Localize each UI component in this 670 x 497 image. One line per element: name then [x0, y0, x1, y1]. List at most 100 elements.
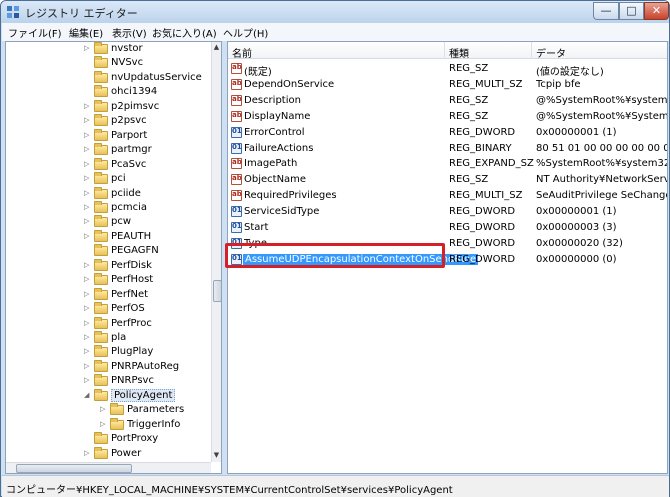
- folder-icon: [94, 56, 108, 69]
- menu-edit[interactable]: 編集(E): [69, 25, 103, 40]
- column-divider[interactable]: [531, 42, 532, 59]
- value-row[interactable]: ImagePath REG_EXPAND_SZ%SystemRoot%¥syste…: [228, 156, 667, 172]
- value-type: REG_DWORD: [449, 237, 516, 249]
- expand-arrow-icon[interactable]: ▷: [84, 449, 92, 459]
- menu-favorites[interactable]: お気に入り(A): [152, 25, 217, 40]
- key-path-text: コンピューター¥HKEY_LOCAL_MACHINE¥SYSTEM¥Curren…: [6, 485, 453, 496]
- tree-scroll-thumb[interactable]: [213, 280, 221, 302]
- expand-arrow-icon[interactable]: ▷: [84, 347, 92, 357]
- column-divider[interactable]: [444, 42, 445, 59]
- annotation-highlight-box: [225, 243, 445, 268]
- title-bar[interactable]: レジストリ エディター — □ ✕: [1, 1, 669, 23]
- tree-horizontal-scrollbar[interactable]: [6, 462, 211, 473]
- expand-arrow-icon[interactable]: ▷: [84, 261, 92, 271]
- folder-icon: [94, 302, 108, 315]
- tree-hscroll-thumb[interactable]: [16, 464, 132, 473]
- expand-arrow-icon[interactable]: ▷: [84, 333, 92, 343]
- expand-arrow-icon[interactable]: ▷: [84, 376, 92, 386]
- value-data: 80 51 01 00 00 00 00 00 00 00 00 00: [536, 142, 667, 154]
- tree-item-label: Power: [111, 447, 142, 459]
- value-type: REG_DWORD: [449, 222, 516, 233]
- expand-arrow-icon[interactable]: ▷: [84, 203, 92, 213]
- expand-arrow-icon[interactable]: ▷: [84, 145, 92, 155]
- key-tree-pane[interactable]: ▷ nvstor NVSvc nvUpdatusService ohci1394 ▷ p2p…: [5, 41, 222, 474]
- folder-icon: [94, 186, 108, 199]
- expand-arrow-icon[interactable]: ▷: [84, 102, 92, 112]
- expand-arrow-icon[interactable]: ▷: [84, 44, 92, 54]
- value-type: REG_MULTI_SZ: [449, 78, 523, 90]
- value-name: ImagePath: [244, 158, 298, 170]
- tree-item-label: PerfOS: [111, 303, 145, 315]
- tree-item-label: pci: [111, 173, 126, 185]
- menu-view[interactable]: 表示(V): [112, 25, 147, 40]
- value-row[interactable]: DisplayName REG_SZ @%SystemRoot%¥System32¥…: [228, 109, 667, 125]
- scroll-up-icon[interactable]: ▲: [212, 43, 221, 51]
- expand-arrow-icon[interactable]: ▷: [84, 189, 92, 199]
- scroll-down-icon[interactable]: ▼: [212, 451, 221, 459]
- minimize-button[interactable]: —: [593, 2, 619, 20]
- value-row[interactable]: FailureActions REG_BINARY 80 51 01 00 00 0…: [228, 141, 667, 157]
- tree-item-label: nvUpdatusService: [111, 71, 202, 83]
- value-data: 0x00000000 (0): [536, 253, 617, 265]
- value-row[interactable]: RequiredPrivileges REG_MULTI_SZ SeAuditPri…: [228, 188, 667, 204]
- collapse-arrow-icon[interactable]: ◢: [84, 391, 92, 401]
- value-row[interactable]: ObjectName REG_SZ NT Authority¥NetworkServ…: [228, 172, 667, 188]
- value-name: DisplayName: [244, 110, 311, 122]
- tree-item-label: PolicyAgent: [111, 388, 176, 402]
- value-name: FailureActions: [244, 142, 314, 154]
- column-header-name[interactable]: 名前: [232, 45, 252, 60]
- folder-icon: [94, 70, 108, 83]
- tree-item-label: PNRPsvc: [111, 375, 154, 387]
- expand-arrow-icon[interactable]: ▷: [100, 420, 108, 430]
- value-row[interactable]: Description REG_SZ @%SystemRoot%¥system32¥…: [228, 93, 667, 109]
- binary-value-icon: [231, 142, 242, 154]
- value-row[interactable]: ErrorControl REG_DWORD 0x00000001 (1): [228, 125, 667, 141]
- binary-value-icon: [231, 126, 242, 138]
- expand-arrow-icon[interactable]: ▷: [84, 217, 92, 227]
- expand-arrow-icon[interactable]: ▷: [84, 275, 92, 285]
- tree-item-label: PerfNet: [111, 288, 149, 300]
- tree-item-label: Parameters: [127, 404, 185, 416]
- expand-arrow-icon[interactable]: ▷: [100, 405, 108, 415]
- tree-item-label: pla: [111, 332, 127, 343]
- tree-item-label: PEGAGFN: [111, 245, 159, 257]
- value-row[interactable]: Start REG_DWORD 0x00000003 (3): [228, 220, 667, 236]
- column-header-type[interactable]: 種類: [449, 45, 469, 60]
- folder-icon: [94, 99, 108, 112]
- folder-icon: [94, 331, 108, 343]
- value-data: SeAuditPrivilege SeChangeNotifyPrivilege: [536, 190, 667, 202]
- expand-arrow-icon[interactable]: ▷: [84, 319, 92, 329]
- folder-icon: [94, 244, 108, 257]
- expand-arrow-icon: [84, 73, 92, 83]
- menu-file[interactable]: ファイル(F): [8, 25, 62, 40]
- expand-arrow-icon[interactable]: ▷: [84, 290, 92, 300]
- value-type: REG_SZ: [449, 110, 489, 122]
- string-value-icon: [231, 158, 242, 170]
- expand-arrow-icon[interactable]: ▷: [84, 232, 92, 242]
- close-button[interactable]: ✕: [644, 2, 669, 20]
- tree-item-label: partmgr: [111, 144, 152, 156]
- expand-arrow-icon[interactable]: ▷: [84, 304, 92, 314]
- folder-icon: [94, 345, 108, 358]
- expand-arrow-icon[interactable]: ▷: [84, 116, 92, 126]
- expand-arrow-icon: [84, 246, 92, 256]
- expand-arrow-icon[interactable]: ▷: [84, 160, 92, 170]
- maximize-button[interactable]: □: [619, 2, 644, 20]
- folder-icon: [94, 114, 108, 127]
- tree-item-label: p2psvc: [111, 115, 147, 127]
- value-type: REG_EXPAND_SZ: [449, 158, 534, 170]
- tree-item-label: PcaSvc: [111, 158, 147, 170]
- expand-arrow-icon[interactable]: ▷: [84, 174, 92, 184]
- column-header-data[interactable]: データ: [536, 45, 566, 60]
- tree-vertical-scrollbar[interactable]: ▲ ▼: [211, 42, 221, 462]
- value-row[interactable]: DependOnService REG_MULTI_SZ Tcpip bfe: [228, 77, 667, 93]
- folder-icon: [94, 157, 108, 170]
- value-row[interactable]: (既定) REG_SZ (値の設定なし): [228, 61, 667, 78]
- expand-arrow-icon[interactable]: ▷: [84, 362, 92, 372]
- value-row[interactable]: ServiceSidType REG_DWORD 0x00000001 (1): [228, 204, 667, 220]
- menu-help[interactable]: ヘルプ(H): [223, 25, 268, 40]
- value-name: (既定): [244, 67, 272, 78]
- string-value-icon: [231, 190, 242, 202]
- tree-item-label: PerfProc: [111, 317, 152, 329]
- expand-arrow-icon[interactable]: ▷: [84, 131, 92, 141]
